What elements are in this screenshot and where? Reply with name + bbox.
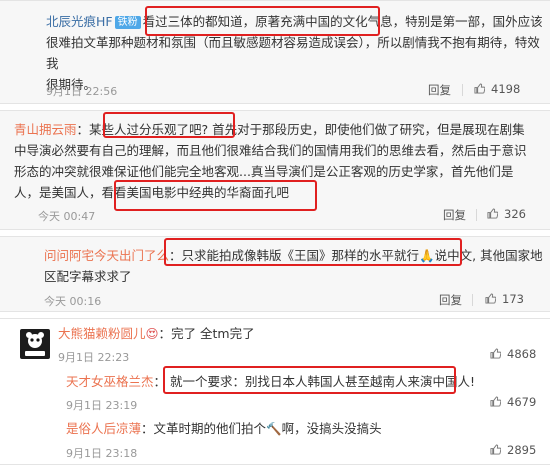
comment-text: 中导演必然要有自己的理解，而且他们很难结合我们的国情用我们的思维去看，然后由于意…	[14, 143, 527, 158]
thumbs-up-icon	[490, 444, 501, 455]
thumbs-up-icon	[490, 348, 501, 359]
comment-time: 9月1日 22:23	[58, 351, 130, 364]
like-button[interactable]: 4198	[474, 82, 520, 96]
like-button[interactable]: 4679	[490, 395, 536, 409]
comment-text: 看过三体的都知道，原著充满中国的文化气息，	[142, 14, 406, 29]
comment-text: 人，是美国人，	[14, 185, 102, 200]
like-button[interactable]: 4868	[490, 347, 536, 361]
thumbs-up-icon	[487, 208, 498, 219]
like-count: 4868	[507, 347, 537, 361]
comment-text: 就一个要求：别找日本人韩国人甚至越南人来演中国人!	[170, 374, 476, 389]
comment-text: 文革时期的他们拍个	[153, 421, 267, 436]
comment-username[interactable]: 青山拥云雨	[14, 122, 77, 137]
comment-body-6: 是俗人后凉薄：文革时期的他们拍个🔨啊，没搞头没搞头	[66, 418, 536, 439]
comment-username[interactable]: 大熊猫赖粉圆儿	[58, 326, 146, 341]
comment-time: 今天 00:47	[38, 210, 96, 223]
emoji-icon: 😍	[145, 326, 159, 341]
reply-button[interactable]: 回复	[439, 292, 462, 308]
like-count: 4198	[491, 82, 521, 96]
like-count: 326	[504, 207, 526, 221]
comment-text: 首先对于那段历史，即使他们做了研究，但是展现在剧集	[212, 122, 525, 137]
divider	[472, 294, 473, 306]
like-count: 173	[502, 292, 524, 306]
comment-body-4: 大熊猫赖粉圆儿😍：完了 全tm完了	[58, 323, 538, 344]
hammer-icon: 🔨	[266, 421, 282, 436]
comment-time: 9月1日 22:56	[46, 85, 118, 98]
comment-text: 看看美国电影中经典的华裔面孔吧	[101, 185, 290, 200]
comment-text: 某些人过分乐观了吧?	[89, 122, 209, 137]
comment-time: 9月1日 23:19	[66, 399, 138, 412]
panda-icon	[25, 332, 45, 356]
like-button[interactable]: 326	[487, 207, 526, 221]
comment-text: 完了 全tm完了	[171, 326, 255, 341]
like-button[interactable]: 2895	[490, 443, 536, 457]
like-count: 2895	[507, 443, 537, 457]
comment-username[interactable]: 是俗人后凉薄	[66, 421, 141, 436]
comment-text: 形态的冲突就很难保证他们能完全地客观...真当导演们是公正客观的历史学家，首先他…	[14, 164, 514, 179]
comment-body-5: 天才女巫格兰杰： 就一个要求：别找日本人韩国人甚至越南人来演中国人!	[66, 374, 476, 389]
avatar[interactable]	[20, 329, 50, 359]
comment-text: 只求能拍成像韩版《王国》那样的水平就行	[181, 248, 420, 263]
like-button[interactable]: 173	[485, 292, 524, 306]
comment-text: 其他国家地	[480, 248, 543, 263]
comment-text: 很难拍文革那种题材和氛围（而且敏感题材容易造成误会），所以剧情我不抱有期待，特效…	[46, 35, 540, 71]
reply-button[interactable]: 回复	[428, 82, 451, 98]
comment-text: 特别是第一部，国外应该	[405, 14, 543, 29]
comment-card-1: 北辰光痕HF 铁粉 看过三体的都知道，原著充满中国的文化气息，特别是第一部，国外应该…	[0, 0, 550, 104]
comment-username[interactable]: 北辰光痕HF	[46, 14, 113, 29]
divider	[476, 209, 477, 221]
comment-username[interactable]: 天才女巫格兰杰	[66, 374, 154, 389]
comment-body-2: 青山拥云雨：某些人过分乐观了吧? 首先对于那段历史，即使他们做了研究，但是展现在…	[14, 122, 527, 200]
comment-card-3: 问问阿宅今天出门了么：只求能拍成像韩版《王国》那样的水平就行🙏说中文, 其他国家…	[0, 236, 550, 312]
divider	[462, 84, 463, 96]
reply-button[interactable]: 回复	[443, 207, 466, 223]
comment-text: 啊，没搞头没搞头	[281, 421, 382, 436]
praying-hands-icon: 🙏	[419, 248, 435, 263]
comment-body-1: 北辰光痕HF 铁粉 看过三体的都知道，原著充满中国的文化气息，特别是第一部，国外应该…	[46, 11, 546, 95]
like-count: 4679	[507, 395, 537, 409]
comment-time: 9月1日 23:18	[66, 447, 138, 460]
comment-body-3: 问问阿宅今天出门了么：只求能拍成像韩版《王国》那样的水平就行🙏说中文, 其他国家…	[44, 245, 546, 287]
thumbs-up-icon	[485, 293, 496, 304]
comment-text: 说中文,	[434, 248, 477, 263]
thumbs-up-icon	[474, 83, 485, 94]
thumbs-up-icon	[490, 396, 501, 407]
comment-time: 今天 00:16	[44, 295, 102, 308]
fan-badge: 铁粉	[114, 16, 141, 29]
comment-card-4: 大熊猫赖粉圆儿😍：完了 全tm完了 9月1日 22:23 4868 天才女巫格兰…	[0, 318, 550, 465]
comment-card-2: 青山拥云雨：某些人过分乐观了吧? 首先对于那段历史，即使他们做了研究，但是展现在…	[0, 110, 550, 230]
comment-text: 区配字幕求求了	[44, 269, 132, 284]
comment-username[interactable]: 问问阿宅今天出门了么	[44, 248, 169, 263]
